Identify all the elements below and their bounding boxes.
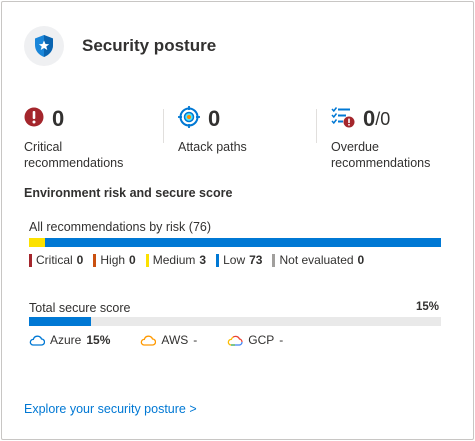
cloud-score-value: - [193,333,198,347]
explore-security-posture-link[interactable]: Explore your security posture > [24,402,197,416]
risk-distribution-bar[interactable] [29,238,441,247]
cloud-scores: Azure 15% AWS - GCP - [29,333,313,347]
gcp-cloud-icon [228,335,243,346]
legend-swatch [272,253,276,267]
shield-star-icon [24,26,64,66]
legend-count: 3 [199,253,207,267]
metric-divider [163,109,164,143]
security-posture-card: Security posture 0 Critical recommendati… [1,1,474,440]
legend-count: 0 [357,253,365,267]
attack-paths-metric[interactable]: 0 Attack paths [178,105,247,155]
cloud-name: Azure [50,333,82,347]
legend-label: Critical [36,253,73,267]
card-title: Security posture [82,36,217,55]
card-header: Security posture [24,26,216,66]
risk-segment-medium [29,238,46,247]
cloud-score-azure[interactable]: Azure 15% [29,333,110,347]
metric-divider [316,109,317,143]
legend-count: 0 [129,253,136,267]
secure-score-percent: 15% [415,301,439,313]
legend-swatch [93,253,97,267]
legend-item-critical: Critical 0 [29,253,83,267]
legend-item-not-evaluated: Not evaluated 0 [272,253,364,267]
overdue-recommendations-total: /0 [375,108,391,129]
risk-legend: Critical 0 High 0 Medium 3 Low 73 Not evaluated 0 [29,253,374,267]
critical-recommendations-label: Critical recommendations [24,140,124,170]
environment-risk-heading: Environment risk and secure score [24,186,233,200]
risk-bar-label: All recommendations by risk (76) [29,220,212,234]
legend-label: Medium [152,253,196,267]
cloud-score-aws[interactable]: AWS - [140,333,197,347]
legend-swatch [29,253,32,267]
attack-path-icon [178,105,200,133]
risk-segment-low [45,238,441,247]
cloud-name: GCP [248,333,275,347]
overdue-recommendations-metric[interactable]: 0/0 Overdue recommendations [331,105,451,171]
azure-cloud-icon [29,335,45,346]
secure-score-fill [29,317,91,326]
critical-recommendations-count: 0 [52,106,65,131]
critical-recommendations-metric[interactable]: 0 Critical recommendations [24,105,144,171]
legend-count: 0 [76,253,84,267]
cloud-score-value: - [279,333,284,347]
legend-item-high: High 0 [93,253,136,267]
critical-alert-icon [24,107,44,132]
cloud-score-value: 15% [86,333,111,347]
cloud-name: AWS [161,333,189,347]
legend-label: Not evaluated [279,253,354,267]
attack-paths-label: Attack paths [178,140,247,154]
cloud-score-gcp[interactable]: GCP - [227,333,283,347]
overdue-recommendations-label: Overdue recommendations [331,140,431,170]
legend-swatch [145,253,149,267]
legend-count: 73 [249,253,263,267]
legend-item-medium: Medium 3 [145,253,207,267]
overdue-list-icon [331,106,355,133]
attack-paths-count: 0 [208,106,221,131]
legend-item-low: Low 73 [216,253,262,267]
secure-score-label: Total secure score [29,301,131,315]
aws-cloud-icon [141,335,157,346]
metrics-row: 0 Critical recommendations 0 Attack path… [24,105,454,171]
secure-score-bar[interactable] [29,317,441,326]
legend-label: High [100,253,126,267]
overdue-recommendations-count: 0 [363,106,376,131]
legend-label: Low [223,253,246,267]
legend-swatch [216,253,220,267]
